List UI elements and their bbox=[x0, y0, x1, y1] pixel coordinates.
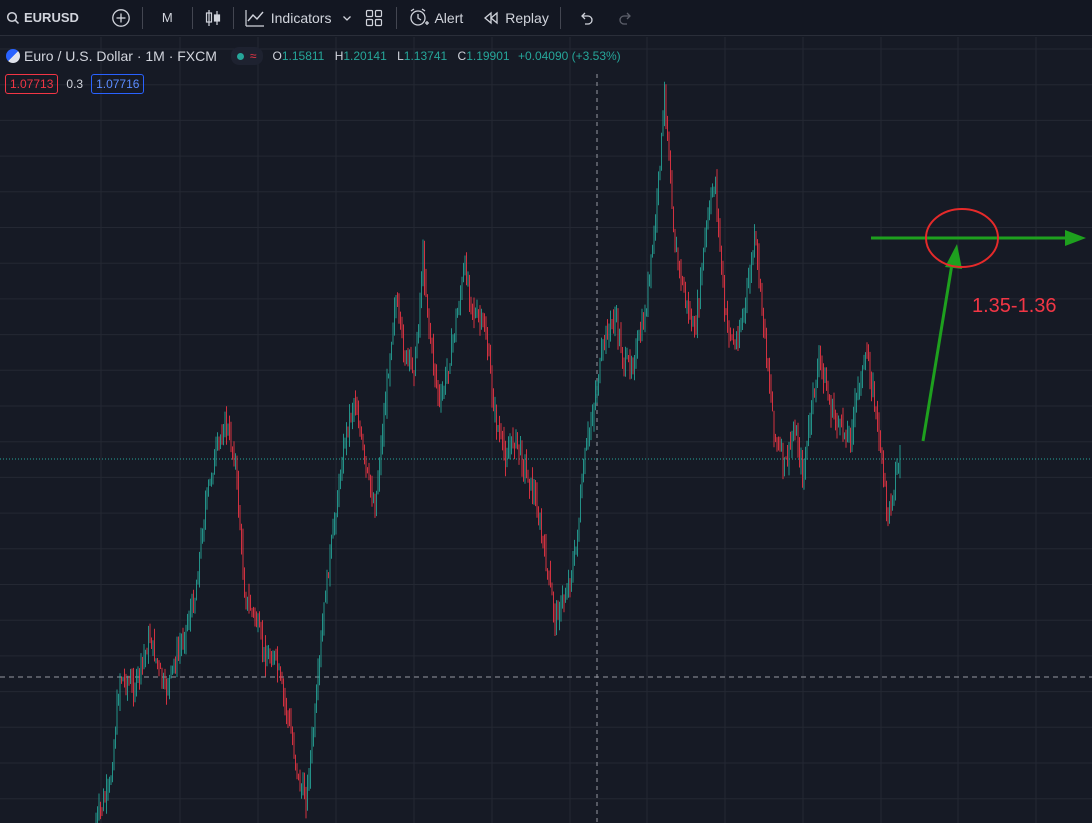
close-value: 1.19901 bbox=[466, 49, 510, 63]
currency-flag-icon bbox=[6, 49, 20, 63]
open-value: 1.15811 bbox=[281, 49, 325, 63]
chart-legend: Euro / U.S. Dollar · 1M · FXCM ≈ O1.1581… bbox=[6, 44, 621, 68]
buy-price-button[interactable]: 1.07716 bbox=[91, 74, 145, 94]
buy-sell-panel: 1.07713 0.3 1.07716 bbox=[5, 74, 145, 94]
high-value: 1.20141 bbox=[343, 49, 387, 63]
change-value: +0.04090 (+3.53%) bbox=[517, 49, 621, 63]
alert-icon bbox=[408, 7, 430, 28]
indicators-button[interactable]: Indicators bbox=[239, 0, 338, 36]
top-toolbar: EURUSD M Indicators Alert Replay bbox=[0, 0, 1092, 36]
open-label: O bbox=[272, 49, 282, 63]
separator bbox=[232, 6, 234, 29]
market-open-icon bbox=[236, 52, 244, 60]
layout-icon bbox=[365, 9, 383, 27]
market-status[interactable]: ≈ bbox=[230, 47, 263, 65]
candlestick-series bbox=[95, 81, 901, 823]
candles-icon bbox=[204, 8, 222, 28]
search-icon bbox=[6, 11, 20, 25]
replay-icon bbox=[483, 11, 499, 25]
layout-button[interactable] bbox=[357, 0, 391, 36]
separator bbox=[396, 6, 398, 29]
sell-price-button[interactable]: 1.07713 bbox=[5, 74, 59, 94]
undo-button[interactable] bbox=[566, 0, 606, 36]
ohlc-values: O1.15811 H1.20141 L1.13741 C1.19901 +0.0… bbox=[273, 49, 621, 63]
add-symbol-icon bbox=[111, 8, 131, 28]
spread-value: 0.3 bbox=[66, 77, 84, 91]
compare-button[interactable] bbox=[105, 0, 137, 36]
replay-label: Replay bbox=[505, 9, 549, 26]
chevron-down-icon bbox=[341, 12, 353, 24]
close-label: C bbox=[457, 49, 467, 63]
low-value: 1.13741 bbox=[403, 49, 448, 63]
separator bbox=[141, 6, 143, 29]
separator bbox=[191, 6, 193, 29]
undo-icon bbox=[578, 10, 594, 26]
symbol-search[interactable]: EURUSD bbox=[0, 0, 85, 36]
indicators-icon bbox=[245, 9, 265, 27]
chart-grid bbox=[0, 37, 1092, 823]
indicators-label: Indicators bbox=[270, 9, 332, 26]
symbol-name: EURUSD bbox=[24, 10, 79, 25]
trend-arrow-line bbox=[921, 263, 954, 442]
data-status-icon: ≈ bbox=[249, 49, 257, 63]
alert-label: Alert bbox=[434, 9, 464, 26]
replay-button[interactable]: Replay bbox=[477, 0, 555, 36]
interval-button[interactable]: M bbox=[148, 0, 187, 36]
indicators-dropdown[interactable] bbox=[337, 0, 357, 36]
low-label: L bbox=[397, 49, 404, 63]
redo-button[interactable] bbox=[606, 0, 646, 36]
separator bbox=[559, 6, 561, 29]
price-chart[interactable] bbox=[0, 37, 1092, 823]
legend-title[interactable]: Euro / U.S. Dollar · 1M · FXCM bbox=[24, 48, 217, 64]
target-range-label: 1.35-1.36 bbox=[972, 295, 1057, 317]
alert-button[interactable]: Alert bbox=[402, 0, 469, 36]
target-arrow-head bbox=[1065, 230, 1086, 246]
chart-type-button[interactable] bbox=[198, 0, 228, 36]
redo-icon bbox=[618, 10, 634, 26]
